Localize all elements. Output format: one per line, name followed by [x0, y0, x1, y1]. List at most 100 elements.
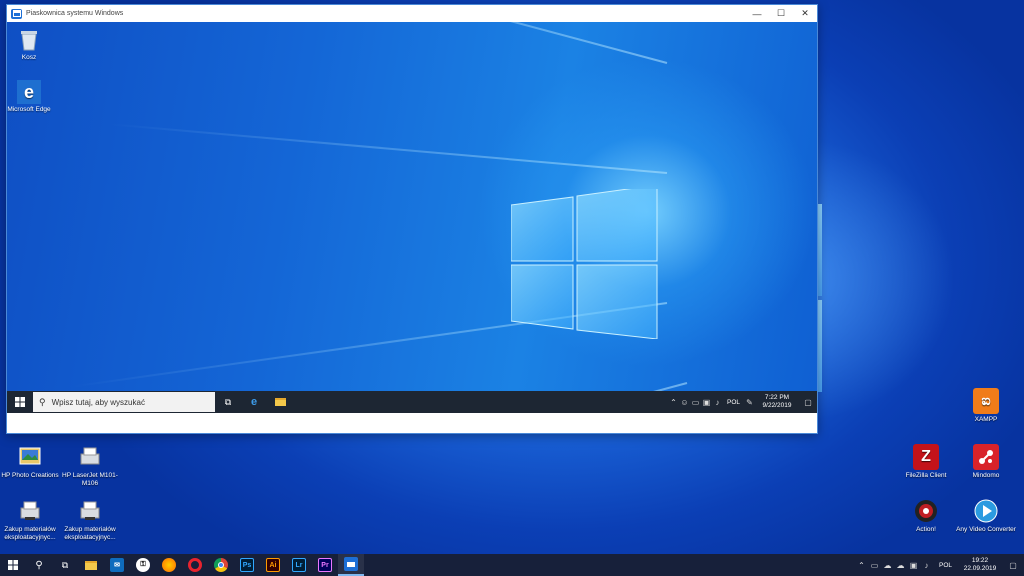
- clock-date: 9/22/2019: [762, 402, 792, 409]
- folder-icon: [274, 398, 286, 406]
- network-icon[interactable]: ▣: [701, 398, 712, 407]
- taskbar-firefox-button[interactable]: [156, 554, 182, 576]
- task-view-button[interactable]: ⧉: [215, 391, 241, 413]
- taskbar-outlook-button[interactable]: ✉: [104, 554, 130, 576]
- pen-icon[interactable]: ✎: [744, 398, 755, 407]
- windows-logo: [511, 189, 658, 339]
- premiere-icon: Pr: [318, 558, 332, 572]
- action-icon: [913, 498, 939, 524]
- clock[interactable]: 7:22 PM 9/22/2019: [755, 394, 799, 410]
- maximize-button[interactable]: ☐: [769, 5, 793, 22]
- desktop-icon-label: Any Video Converter: [956, 526, 1016, 533]
- desktop-icon-supplies-1[interactable]: Zakup materiałów eksploatacyjnyc...: [0, 498, 60, 541]
- sandbox-taskbar: ⚲ Wpisz tutaj, aby wyszukać ⧉ e ⌃ ☺ ▭ ▣ …: [7, 391, 817, 413]
- search-button[interactable]: ⚲: [26, 554, 52, 576]
- taskbar-chrome-button[interactable]: [208, 554, 234, 576]
- task-view-icon: ⧉: [61, 559, 69, 570]
- taskbar-lightroom-button[interactable]: Lr: [286, 554, 312, 576]
- sandbox-titlebar[interactable]: Piaskownica systemu Windows — ☐ ✕: [7, 5, 817, 22]
- search-input[interactable]: ⚲ Wpisz tutaj, aby wyszukać: [33, 392, 215, 412]
- minimize-button[interactable]: —: [745, 5, 769, 22]
- windows-start-icon: [8, 560, 18, 570]
- desktop-icon-action[interactable]: Action!: [896, 498, 956, 534]
- desktop-icon-label: XAMPP: [974, 416, 998, 423]
- clock-time: 19:22: [971, 557, 989, 564]
- desktop-icon-label: Kosz: [21, 54, 37, 61]
- photoshop-icon: Ps: [240, 558, 254, 572]
- windows-start-icon: [15, 397, 25, 407]
- host-wallpaper-streak: [818, 204, 822, 296]
- sandbox-desktop[interactable]: Kosz e Microsoft Edge ⚲ Wpisz tutaj, aby…: [7, 22, 817, 413]
- host-system-tray: ⌃ ▭ ☁ ☁ ▣ ♪ POL 19:22 22.09.2019 ▢: [855, 554, 1024, 576]
- start-button[interactable]: [0, 554, 26, 576]
- taskbar-opera-button[interactable]: [182, 554, 208, 576]
- taskbar-explorer-button[interactable]: [267, 391, 293, 413]
- filezilla-icon: Z: [913, 444, 939, 470]
- illustrator-icon: Ai: [266, 558, 280, 572]
- desktop-icon-label: Action!: [916, 526, 936, 533]
- cloud-icon[interactable]: ☁: [894, 561, 907, 570]
- desktop-icon-hp-photo-creations[interactable]: HP Photo Creations: [0, 444, 60, 480]
- clock-date: 22.09.2019: [963, 565, 997, 572]
- search-icon: ⚲: [39, 396, 46, 407]
- desktop-icon-label: Microsoft Edge: [7, 106, 51, 113]
- lock-icon: ⚿: [136, 558, 150, 572]
- notifications-icon[interactable]: ▢: [799, 398, 817, 407]
- desktop-icon-filezilla[interactable]: Z FileZilla Client: [896, 444, 956, 480]
- volume-icon[interactable]: ♪: [712, 398, 723, 407]
- sandbox-title: Piaskownica systemu Windows: [26, 10, 124, 17]
- desktop-icon-any-video-converter[interactable]: Any Video Converter: [956, 498, 1016, 534]
- desktop-icon-mindomo[interactable]: Mindomo: [956, 444, 1016, 480]
- desktop-icon-label: Mindomo: [972, 472, 1000, 479]
- outlook-icon: ✉: [110, 558, 124, 572]
- taskbar-premiere-button[interactable]: Pr: [312, 554, 338, 576]
- battery-icon[interactable]: ▭: [690, 398, 701, 407]
- system-tray: ⌃ ☺ ▭ ▣ ♪ POL ✎ 7:22 PM 9/22/2019 ▢: [668, 391, 817, 413]
- sandbox-app-icon: [11, 8, 22, 19]
- desktop-icon-label: Zakup materiałów eksploatacyjnyc...: [64, 526, 116, 541]
- sandbox-window[interactable]: Piaskownica systemu Windows — ☐ ✕ Kosz e…: [6, 4, 818, 434]
- chevron-up-icon[interactable]: ⌃: [855, 561, 868, 570]
- chevron-up-icon[interactable]: ⌃: [668, 398, 679, 407]
- close-button[interactable]: ✕: [793, 5, 817, 22]
- battery-icon[interactable]: ▭: [868, 561, 881, 570]
- network-icon[interactable]: ▣: [907, 561, 920, 570]
- taskbar-explorer-button[interactable]: [78, 554, 104, 576]
- hp-photo-creations-icon: [17, 444, 43, 470]
- clock[interactable]: 19:22 22.09.2019: [958, 557, 1002, 573]
- language-indicator[interactable]: POL: [939, 562, 952, 569]
- volume-icon[interactable]: ♪: [920, 561, 933, 570]
- taskbar-edge-button[interactable]: e: [241, 391, 267, 413]
- task-view-button[interactable]: ⧉: [52, 554, 78, 576]
- taskbar-app-button[interactable]: ⚿: [130, 554, 156, 576]
- desktop-icon-edge[interactable]: e Microsoft Edge: [7, 80, 51, 113]
- taskbar-photoshop-button[interactable]: Ps: [234, 554, 260, 576]
- recycle-bin-icon: [17, 28, 41, 52]
- folder-icon: [85, 560, 97, 570]
- search-placeholder: Wpisz tutaj, aby wyszukać: [51, 397, 145, 407]
- firefox-icon: [162, 558, 176, 572]
- onedrive-icon[interactable]: ☁: [881, 561, 894, 570]
- wallpaper-beam: [87, 22, 668, 64]
- desktop-icon-label: FileZilla Client: [905, 472, 947, 479]
- wallpaper-beam: [109, 123, 668, 174]
- taskbar-illustrator-button[interactable]: Ai: [260, 554, 286, 576]
- start-button[interactable]: [7, 391, 33, 413]
- people-icon[interactable]: ☺: [679, 398, 690, 407]
- printer-icon: [17, 498, 43, 524]
- notifications-icon[interactable]: ▢: [1002, 561, 1024, 570]
- desktop-icon-recycle-bin[interactable]: Kosz: [7, 28, 51, 61]
- edge-icon: e: [250, 396, 258, 408]
- language-indicator[interactable]: POL: [727, 399, 740, 406]
- host-taskbar: ⚲ ⧉ ✉ ⚿ Ps Ai Lr Pr ⌃ ▭ ☁ ☁ ▣ ♪ POL 19:2: [0, 554, 1024, 576]
- desktop-icon-label: HP LaserJet M101-M106: [62, 472, 118, 487]
- task-view-icon: ⧉: [224, 396, 232, 407]
- desktop-icon-xampp[interactable]: ಐ XAMPP: [956, 388, 1016, 424]
- clock-time: 7:22 PM: [764, 394, 790, 401]
- any-video-converter-icon: [973, 498, 999, 524]
- opera-icon: [188, 558, 202, 572]
- desktop-icon-label: HP Photo Creations: [1, 472, 59, 479]
- desktop-icon-hp-laserjet[interactable]: HP LaserJet M101-M106: [60, 444, 120, 487]
- taskbar-sandbox-button[interactable]: [338, 554, 364, 576]
- desktop-icon-supplies-2[interactable]: Zakup materiałów eksploatacyjnyc...: [60, 498, 120, 541]
